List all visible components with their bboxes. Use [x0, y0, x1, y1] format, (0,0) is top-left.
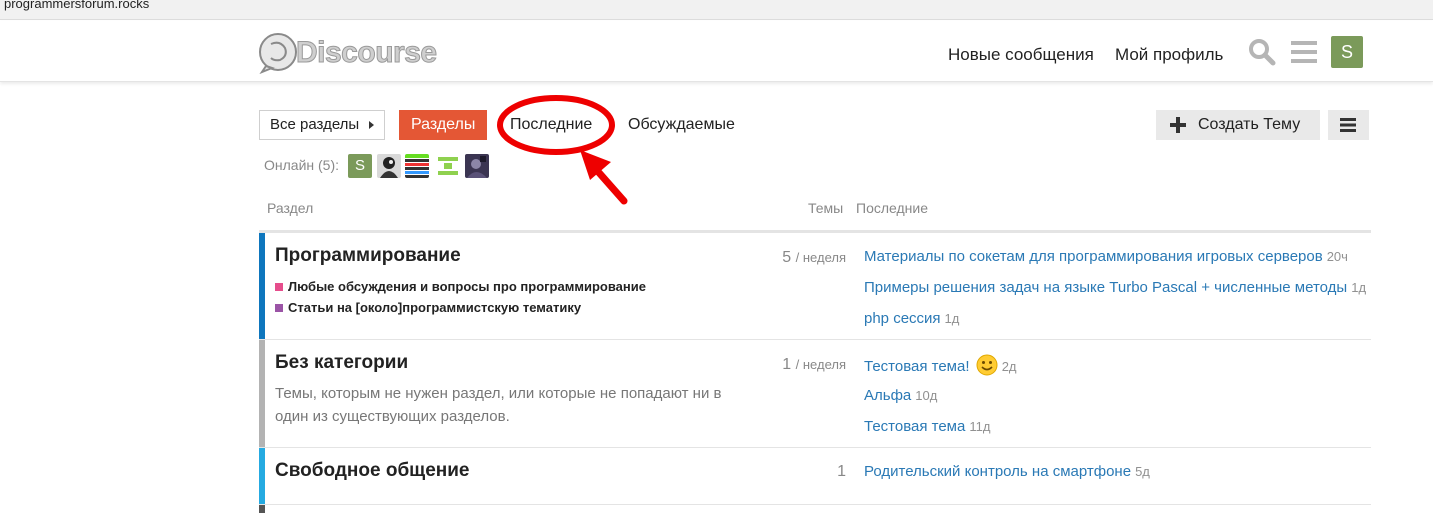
tab-categories[interactable]: Разделы: [399, 110, 488, 140]
tab-top[interactable]: Обсуждаемые: [628, 110, 735, 140]
latest-topic-link[interactable]: Тестовая тема 11д: [864, 418, 990, 435]
all-categories-label: Все разделы: [270, 116, 360, 133]
address-bar-text: programmersforum.rocks: [4, 0, 150, 11]
subcategory-link[interactable]: Статьи на [около]программистскую тематик…: [275, 300, 581, 315]
online-user-avatar[interactable]: [405, 154, 429, 178]
latest-topic-link[interactable]: Родительский контроль на смартфоне 5д: [864, 463, 1150, 480]
latest-topic-link[interactable]: Примеры решения задач на языке Turbo Pas…: [864, 279, 1366, 296]
latest-topic-title: Родительский контроль на смартфоне: [864, 463, 1132, 480]
tab-latest[interactable]: Последние: [510, 110, 592, 140]
subcategory-color-swatch: [275, 283, 283, 291]
category-color-bar: [259, 233, 265, 339]
latest-topic-age: 11д: [969, 419, 991, 434]
latest-topic-title: php сессия: [864, 310, 941, 327]
subcategory-name: Статьи на [около]программистскую тематик…: [288, 300, 582, 315]
category-color-bar: [259, 448, 265, 504]
topics-count-value: 5: [782, 249, 792, 266]
latest-topic-age: 1д: [1351, 280, 1367, 295]
category-name[interactable]: Программирование: [275, 245, 461, 267]
online-user-avatar[interactable]: [377, 154, 401, 178]
logo-text: Discourse: [296, 36, 438, 70]
plus-icon: [1170, 117, 1186, 133]
smiley-icon: [976, 354, 998, 376]
latest-topic-title: Примеры решения задач на языке Turbo Pas…: [864, 279, 1348, 296]
latest-topic-age: 1д: [944, 311, 960, 326]
all-categories-dropdown[interactable]: Все разделы: [259, 110, 385, 140]
site-header: Discourse Новые сообщения Мой профиль S: [0, 21, 1433, 82]
latest-topic-age: 20ч: [1326, 249, 1348, 264]
subcategory-color-swatch: [275, 304, 283, 312]
category-row: Свободное общение 1 Родительский контрол…: [259, 448, 1371, 505]
user-avatar-image: [377, 154, 401, 178]
online-users-label: Онлайн (5):: [264, 157, 340, 173]
create-topic-label: Создать Тему: [1198, 116, 1301, 133]
topics-count: 1 / неделя: [782, 356, 846, 374]
online-user-avatar[interactable]: [436, 154, 460, 178]
topics-count: 5 / неделя: [782, 249, 846, 267]
online-user-avatar[interactable]: [465, 154, 489, 178]
latest-topic-age: 5д: [1135, 464, 1150, 479]
category-color-bar: [259, 340, 265, 447]
create-topic-button[interactable]: Создать Тему: [1156, 110, 1320, 140]
nav-new-posts[interactable]: Новые сообщения: [948, 45, 1094, 65]
user-avatar[interactable]: S: [1331, 36, 1363, 68]
hamburger-icon: [1340, 118, 1356, 132]
latest-topic-link[interactable]: php сессия 1д: [864, 310, 959, 327]
latest-topic-link[interactable]: Альфа 10д: [864, 387, 937, 404]
search-icon[interactable]: [1248, 38, 1276, 66]
address-bar[interactable]: programmersforum.rocks: [0, 0, 1433, 20]
online-user-avatar[interactable]: S: [348, 154, 372, 178]
user-avatar-image: [405, 154, 429, 178]
latest-topic-age: 2д: [1001, 359, 1017, 374]
nav-my-profile[interactable]: Мой профиль: [1115, 45, 1223, 65]
latest-topic-age: 10д: [915, 388, 938, 403]
latest-topic-link[interactable]: Материалы по сокетам для программировани…: [864, 248, 1348, 265]
category-row: Без категории Темы, которым не нужен раз…: [259, 340, 1371, 448]
category-description: Темы, которым не нужен раздел, или котор…: [275, 385, 722, 425]
list-menu-button[interactable]: [1328, 110, 1369, 140]
site-logo[interactable]: Discourse: [258, 30, 438, 74]
column-header-topics: Темы: [808, 200, 844, 216]
topics-count-period: / неделя: [795, 357, 846, 372]
column-header-latest: Последние: [856, 200, 929, 216]
category-name[interactable]: Свободное общение: [275, 460, 470, 482]
user-avatar-image: [465, 154, 489, 178]
category-color-bar: [259, 505, 265, 513]
subcategory-name: Любые обсуждения и вопросы про программи…: [288, 279, 646, 294]
topics-count: 1: [837, 463, 846, 481]
latest-topic-link[interactable]: Тестовая тема! 2д: [864, 354, 1017, 376]
annotation-arrow-shaft: [590, 163, 628, 205]
subcategory-link[interactable]: Любые обсуждения и вопросы про программи…: [275, 279, 646, 294]
topics-count-value: 1: [837, 463, 846, 480]
latest-topic-title: Тестовая тема: [864, 418, 966, 435]
annotation-arrow-head: [580, 150, 611, 180]
column-header-category: Раздел: [267, 200, 314, 216]
latest-topic-title: Альфа: [864, 387, 912, 404]
latest-topic-title: Тестовая тема!: [864, 358, 970, 375]
category-row: Программирование Любые обсуждения и вопр…: [259, 233, 1371, 340]
caret-right-icon: [369, 121, 374, 129]
hamburger-icon[interactable]: [1291, 41, 1317, 63]
category-name[interactable]: Без категории: [275, 352, 408, 374]
topics-count-value: 1: [782, 356, 792, 373]
topics-count-period: / неделя: [795, 250, 846, 265]
user-avatar-image: [436, 154, 460, 178]
latest-topic-title: Материалы по сокетам для программировани…: [864, 248, 1323, 265]
